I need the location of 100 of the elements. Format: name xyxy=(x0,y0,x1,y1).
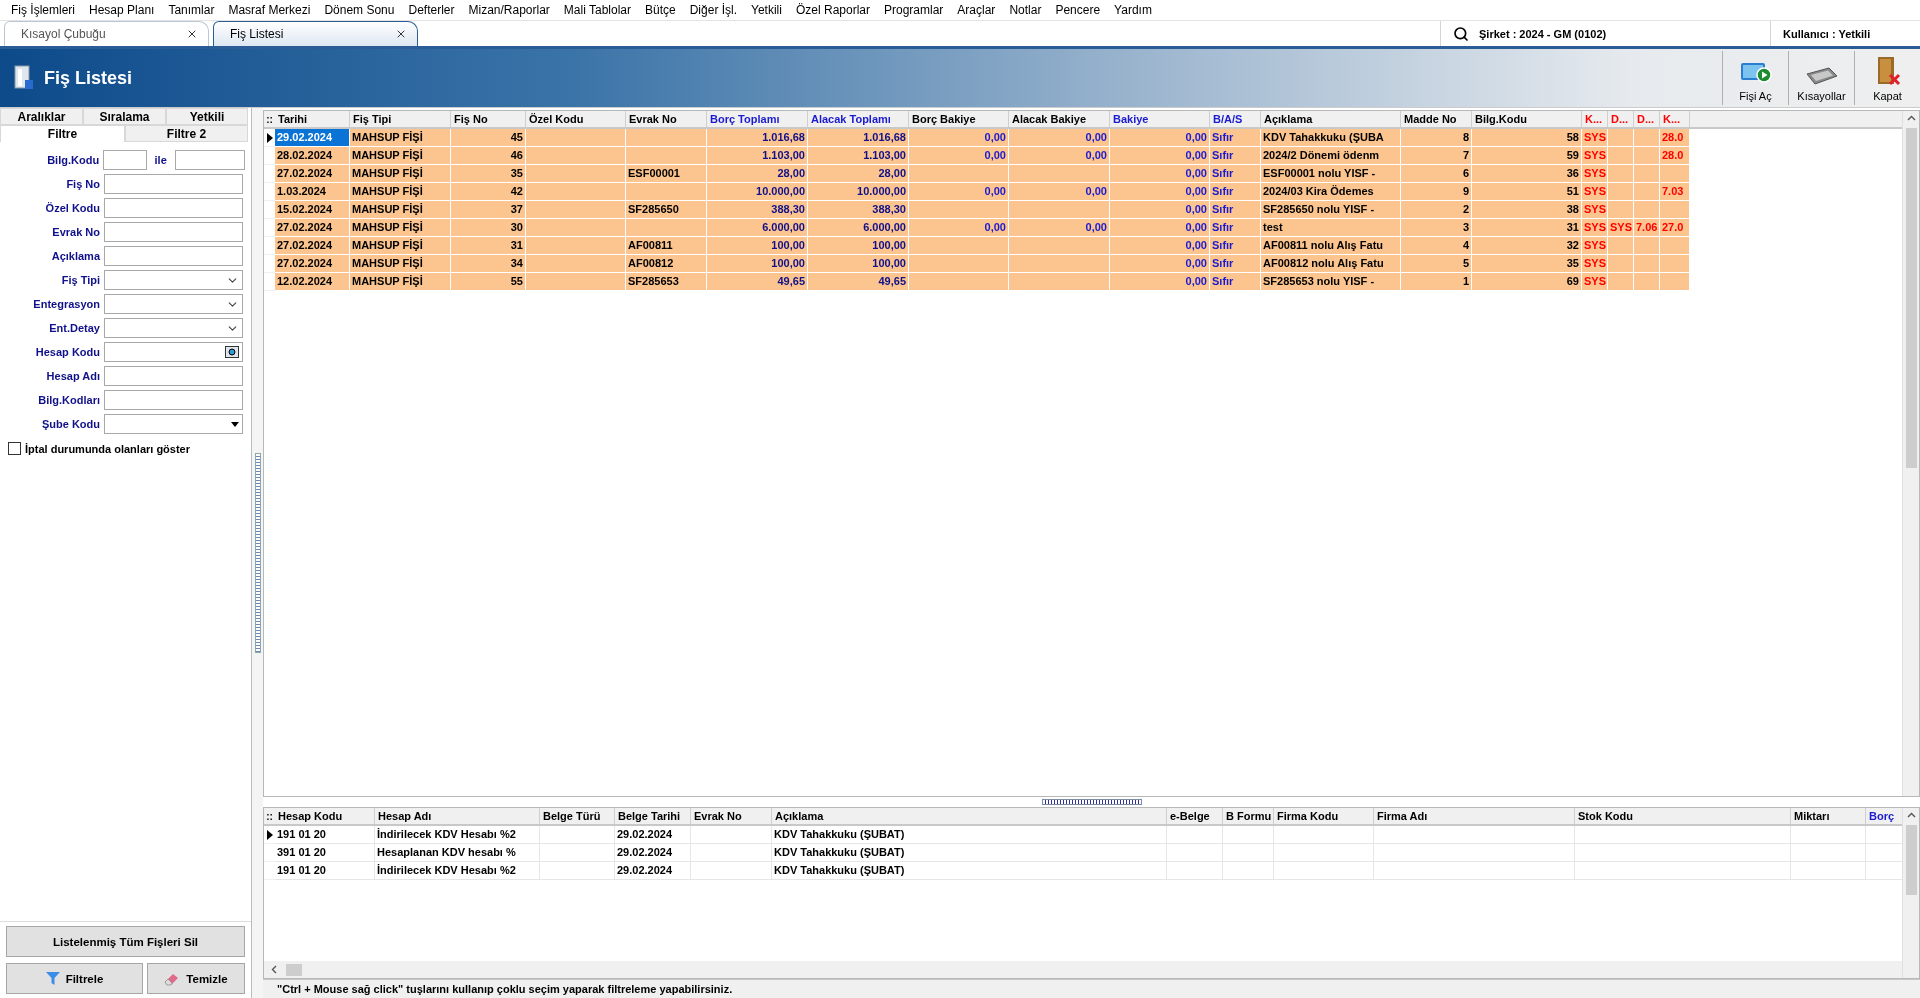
table-row[interactable]: 27.02.2024 MAHSUP FİŞİ 31 AF00811 100,00 100,00 0,00 Sıfır AF00811 nolu Alış Fatu 4 32 SYS xyxy=(264,237,1690,255)
dropdown-field[interactable] xyxy=(104,270,243,290)
panel-tab[interactable]: Yetkili xyxy=(166,108,248,125)
column-header[interactable]: Açıklama xyxy=(1261,111,1401,127)
column-header[interactable]: Miktarı xyxy=(1791,808,1866,824)
eraser-icon xyxy=(164,971,181,986)
dropdown-field[interactable] xyxy=(104,414,243,434)
column-header[interactable]: Firma Adı xyxy=(1374,808,1575,824)
open-button[interactable]: Fişi Aç xyxy=(1722,51,1788,105)
lookup-field[interactable] xyxy=(104,342,243,362)
close-icon[interactable] xyxy=(186,28,198,40)
clear-button[interactable]: Temizle xyxy=(147,963,245,994)
menu-item[interactable]: Tanımlar xyxy=(161,0,222,20)
checkbox[interactable] xyxy=(8,442,21,455)
menu-item[interactable]: Notlar xyxy=(1002,0,1049,20)
column-header[interactable]: e-Belge xyxy=(1167,808,1223,824)
scrollbar[interactable] xyxy=(1902,808,1919,978)
dropdown-field[interactable] xyxy=(104,294,243,314)
column-header[interactable]: Evrak No xyxy=(691,808,772,824)
scrollbar[interactable] xyxy=(1902,111,1919,796)
table-row[interactable]: 27.02.2024 MAHSUP FİŞİ 35 ESF00001 28,00 28,00 0,00 Sıfır ESF00001 nolu YISF - 6 36 SYS xyxy=(264,165,1690,183)
column-header[interactable]: Tarihi xyxy=(275,111,350,127)
scrollbar-thumb[interactable] xyxy=(1905,128,1917,468)
document-tab[interactable]: Fiş Listesi xyxy=(213,21,418,46)
column-header[interactable]: D... xyxy=(1634,111,1660,127)
column-header[interactable]: Bakiye xyxy=(1110,111,1210,127)
menu-item[interactable]: Hesap Planı xyxy=(82,0,162,20)
column-header[interactable]: Firma Kodu xyxy=(1274,808,1374,824)
document-icon xyxy=(14,65,34,91)
table-row[interactable]: 12.02.2024 MAHSUP FİŞİ 55 SF285653 49,65 49,65 0,00 Sıfır SF285653 nolu YISF - 1 69 SYS xyxy=(264,273,1690,291)
column-header[interactable]: Borç Bakiye xyxy=(909,111,1009,127)
input-field[interactable] xyxy=(104,222,243,242)
column-header[interactable]: Evrak No xyxy=(626,111,707,127)
menu-item[interactable]: Araçlar xyxy=(950,0,1003,20)
panel-tab[interactable]: Filtre 2 xyxy=(125,125,248,142)
table-cell xyxy=(1223,844,1274,862)
menu-item[interactable]: Masraf Merkezi xyxy=(221,0,318,20)
column-header[interactable]: B Formu xyxy=(1223,808,1274,824)
column-header[interactable]: Madde No xyxy=(1401,111,1472,127)
panel-tab[interactable]: Aralıklar xyxy=(0,108,83,125)
menu-item[interactable]: Fiş İşlemleri xyxy=(4,0,82,20)
close-button[interactable]: Kapat xyxy=(1854,51,1920,105)
column-header[interactable]: D... xyxy=(1608,111,1634,127)
column-header[interactable]: K... xyxy=(1582,111,1608,127)
column-header[interactable]: Hesap Kodu xyxy=(275,808,375,824)
close-icon[interactable] xyxy=(395,28,407,40)
column-header[interactable]: Belge Türü xyxy=(540,808,615,824)
menu-item[interactable]: Bütçe xyxy=(638,0,683,20)
column-header[interactable]: Borç Toplamı xyxy=(707,111,808,127)
column-header[interactable]: K... xyxy=(1660,111,1690,127)
menu-item[interactable]: Mali Tablolar xyxy=(556,0,638,20)
splitter-handle[interactable] xyxy=(1041,799,1142,805)
dropdown-field[interactable] xyxy=(104,318,243,338)
column-header[interactable]: Alacak Toplamı xyxy=(808,111,909,127)
delete-all-button[interactable]: Listelenmiş Tüm Fişleri Sil xyxy=(6,926,245,957)
column-header[interactable]: Özel Kodu xyxy=(526,111,626,127)
menu-item[interactable]: Pencere xyxy=(1048,0,1108,20)
table-cell: SF285653 xyxy=(626,273,707,291)
column-header[interactable]: Bilg.Kodu xyxy=(1472,111,1582,127)
table-row[interactable]: 15.02.2024 MAHSUP FİŞİ 37 SF285650 388,30 388,30 0,00 Sıfır SF285650 nolu YISF - 2 38 SYS xyxy=(264,201,1690,219)
input-field[interactable] xyxy=(174,150,245,170)
table-row[interactable]: 29.02.2024 MAHSUP FİŞİ 45 1.016,68 1.016,68 0,00 0,00 0,00 Sıfır KDV Tahakkuku (ŞUBA 8 58 SYS 28.0 xyxy=(264,129,1690,147)
panel-tab[interactable]: Sıralama xyxy=(83,108,166,125)
column-header[interactable]: Belge Tarihi xyxy=(615,808,691,824)
table-row[interactable]: 27.02.2024 MAHSUP FİŞİ 30 6.000,00 6.000,00 0,00 0,00 0,00 Sıfır test 3 31 SYS SYS 7.06 27.0 xyxy=(264,219,1690,237)
column-header[interactable]: B/A/S xyxy=(1210,111,1261,127)
input-field[interactable] xyxy=(104,390,243,410)
table-row[interactable]: 27.02.2024 MAHSUP FİŞİ 34 AF00812 100,00 100,00 0,00 Sıfır AF00812 nolu Alış Fatu 5 35 SYS xyxy=(264,255,1690,273)
column-header[interactable]: Fiş Tipi xyxy=(350,111,451,127)
menu-item[interactable]: Özel Raporlar xyxy=(788,0,877,20)
column-header[interactable]: Hesap Adı xyxy=(375,808,540,824)
input-field[interactable] xyxy=(104,366,243,386)
document-tab[interactable]: Kısayol Çubuğu xyxy=(4,21,209,46)
table-row[interactable]: 28.02.2024 MAHSUP FİŞİ 46 1.103,00 1.103,00 0,00 0,00 0,00 Sıfır 2024/2 Dönemi ödenm 7 59 SYS 28.0 xyxy=(264,147,1690,165)
horizontal-scrollbar[interactable] xyxy=(264,961,1902,978)
table-row[interactable]: 1.03.2024 MAHSUP FİŞİ 42 10.000,00 10.000,00 0,00 0,00 0,00 Sıfır 2024/03 Kira Ödemes 9 51 SYS 7.03 xyxy=(264,183,1690,201)
search-icon[interactable] xyxy=(1453,25,1469,42)
input-field[interactable] xyxy=(104,174,243,194)
panel-tab[interactable]: Filtre xyxy=(0,125,125,142)
menu-item[interactable]: Diğer İşl. xyxy=(682,0,745,20)
field-label: Fiş No xyxy=(65,178,100,190)
menu-item[interactable]: Dönem Sonu xyxy=(317,0,402,20)
panel-collapse-handle[interactable] xyxy=(254,453,261,653)
menu-item[interactable]: Programlar xyxy=(877,0,951,20)
table-cell: 0,00 xyxy=(1110,273,1210,291)
column-header[interactable]: Stok Kodu xyxy=(1575,808,1791,824)
menu-item[interactable]: Mizan/Raporlar xyxy=(461,0,557,20)
shortcuts-button[interactable]: Kısayollar xyxy=(1788,51,1854,105)
scrollbar-thumb[interactable] xyxy=(286,963,302,976)
menu-item[interactable]: Yetkili xyxy=(744,0,789,20)
input-field[interactable] xyxy=(104,198,243,218)
scrollbar-thumb[interactable] xyxy=(1905,825,1917,895)
column-header[interactable]: Açıklama xyxy=(772,808,1167,824)
menu-item[interactable]: Yardım xyxy=(1107,0,1159,20)
column-header[interactable]: Alacak Bakiye xyxy=(1009,111,1110,127)
input-field[interactable] xyxy=(104,246,243,266)
column-header[interactable]: Fiş No xyxy=(451,111,526,127)
input-field[interactable] xyxy=(103,150,147,170)
menu-item[interactable]: Defterler xyxy=(401,0,462,20)
filter-button[interactable]: Filtrele xyxy=(6,963,143,994)
